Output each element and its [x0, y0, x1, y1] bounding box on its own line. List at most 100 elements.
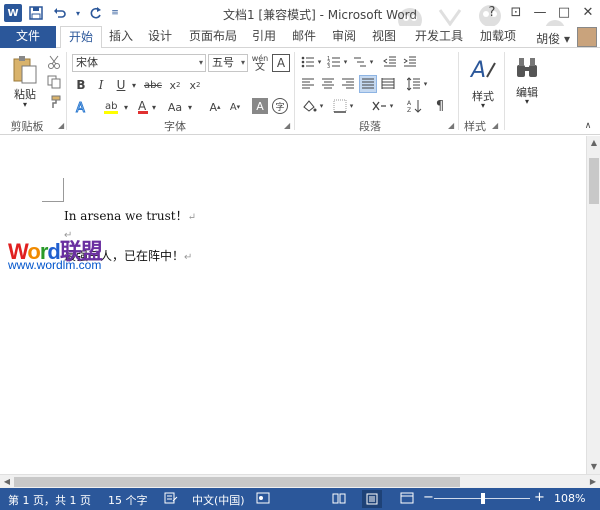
macro-record-icon[interactable]: [256, 492, 270, 507]
multilevel-dropdown-icon[interactable]: ▾: [368, 54, 375, 70]
tab-home[interactable]: 开始: [60, 26, 102, 49]
document-line-1[interactable]: In arsena we trust！↵: [64, 207, 196, 224]
scroll-up-icon[interactable]: ▲: [587, 136, 600, 150]
numbering-dropdown-icon[interactable]: ▾: [342, 54, 349, 70]
increase-indent-icon[interactable]: [402, 54, 418, 70]
font-launcher-icon[interactable]: ◢: [284, 121, 290, 130]
paste-icon[interactable]: [10, 54, 40, 86]
tab-references[interactable]: 引用: [248, 26, 280, 48]
vertical-scrollbar[interactable]: ▲ ▼: [586, 136, 600, 474]
zoom-out-button[interactable]: −: [423, 490, 434, 505]
chevron-down-icon[interactable]: ▾: [199, 55, 203, 71]
tab-view[interactable]: 视图: [368, 26, 400, 48]
redo-icon[interactable]: [86, 3, 106, 23]
document-canvas[interactable]: [0, 136, 586, 474]
help-button[interactable]: ?: [480, 0, 504, 24]
shading-icon[interactable]: [300, 98, 318, 114]
read-mode-icon[interactable]: [332, 492, 346, 507]
line-spacing-icon[interactable]: [406, 76, 422, 92]
ribbon-display-button[interactable]: ⊡: [504, 0, 528, 24]
undo-icon[interactable]: [50, 3, 70, 23]
horizontal-scroll-thumb[interactable]: [14, 477, 460, 487]
line-spacing-dropdown-icon[interactable]: ▾: [422, 76, 429, 92]
format-painter-icon[interactable]: [46, 94, 62, 110]
borders-icon[interactable]: [332, 98, 348, 114]
word-logo-icon[interactable]: W: [4, 4, 22, 22]
paragraph-launcher-icon[interactable]: ◢: [448, 121, 454, 130]
paste-dropdown-icon[interactable]: ▾: [8, 100, 42, 109]
scroll-left-icon[interactable]: ◀: [0, 475, 14, 489]
styles-dropdown-icon[interactable]: ▾: [464, 101, 502, 110]
highlight-icon[interactable]: ab: [100, 98, 122, 116]
scroll-right-icon[interactable]: ▶: [586, 475, 600, 489]
show-formatting-marks-icon[interactable]: ¶: [432, 98, 448, 114]
align-left-icon[interactable]: [300, 76, 316, 92]
change-case-icon[interactable]: Aa: [164, 98, 186, 116]
strikethrough-icon[interactable]: abc: [142, 76, 164, 94]
cut-icon[interactable]: [46, 54, 62, 70]
decrease-indent-icon[interactable]: [382, 54, 398, 70]
tab-developer[interactable]: 开发工具: [410, 26, 468, 48]
bold-icon[interactable]: B: [72, 76, 90, 94]
bullets-dropdown-icon[interactable]: ▾: [316, 54, 323, 70]
font-color-icon[interactable]: A: [136, 98, 150, 116]
chevron-down-icon[interactable]: ▾: [241, 55, 245, 71]
underline-icon[interactable]: U: [112, 76, 130, 94]
shrink-font-icon[interactable]: A ▾: [226, 98, 244, 116]
tab-addins[interactable]: 加载项: [476, 26, 520, 48]
horizontal-scrollbar[interactable]: ◀ ▶: [0, 474, 600, 488]
align-center-icon[interactable]: [320, 76, 336, 92]
enclose-chars-icon[interactable]: 字: [272, 98, 288, 114]
grow-font-icon[interactable]: A ▴: [206, 98, 224, 116]
font-color-dropdown-icon[interactable]: ▾: [150, 98, 158, 116]
borders-dropdown-icon[interactable]: ▾: [348, 98, 355, 114]
undo-dropdown-icon[interactable]: ▾: [74, 3, 82, 23]
tab-page-layout[interactable]: 页面布局: [184, 26, 242, 48]
scroll-down-icon[interactable]: ▼: [587, 460, 600, 474]
numbering-icon[interactable]: 123: [326, 54, 342, 70]
align-right-icon[interactable]: [340, 76, 356, 92]
binoculars-icon[interactable]: [512, 52, 542, 82]
underline-dropdown-icon[interactable]: ▾: [130, 76, 138, 94]
editing-dropdown-icon[interactable]: ▾: [508, 97, 546, 106]
vertical-scroll-thumb[interactable]: [589, 158, 599, 204]
italic-icon[interactable]: I: [92, 76, 110, 94]
highlight-dropdown-icon[interactable]: ▾: [122, 98, 130, 116]
tab-insert[interactable]: 插入: [104, 26, 138, 48]
print-layout-icon[interactable]: [362, 490, 382, 508]
superscript-icon[interactable]: x2: [186, 76, 204, 94]
zoom-level[interactable]: 108%: [554, 492, 585, 505]
subscript-icon[interactable]: x2: [166, 76, 184, 94]
distributed-icon[interactable]: [380, 76, 396, 92]
phonetic-guide-icon[interactable]: wén 文: [251, 53, 269, 73]
minimize-button[interactable]: —: [528, 0, 552, 24]
copy-icon[interactable]: [46, 74, 62, 90]
tab-review[interactable]: 审阅: [328, 26, 360, 48]
close-button[interactable]: ✕: [576, 0, 600, 24]
page-count[interactable]: 第 1 页，共 1 页: [8, 492, 91, 508]
tab-design[interactable]: 设计: [142, 26, 178, 48]
collapse-ribbon-icon[interactable]: ∧: [582, 120, 594, 132]
save-icon[interactable]: [26, 3, 46, 23]
tab-mailings[interactable]: 邮件: [288, 26, 320, 48]
word-count[interactable]: 15 个字: [108, 492, 148, 508]
sort-icon[interactable]: AZ: [406, 98, 424, 114]
avatar[interactable]: [577, 27, 597, 47]
proofing-icon[interactable]: [164, 492, 178, 507]
text-effects-icon[interactable]: A: [72, 98, 90, 116]
chinese-layout-icon[interactable]: [370, 98, 388, 114]
customize-qat-icon[interactable]: ≡: [110, 3, 120, 23]
zoom-slider-thumb[interactable]: [481, 493, 485, 504]
font-size-combo[interactable]: 五号 ▾: [208, 54, 248, 72]
zoom-in-button[interactable]: +: [534, 490, 545, 505]
char-border-icon[interactable]: A: [272, 54, 290, 72]
language-indicator[interactable]: 中文(中国): [192, 492, 245, 508]
user-name[interactable]: 胡俊 ▾: [536, 30, 570, 47]
chinese-layout-dropdown-icon[interactable]: ▾: [388, 98, 395, 114]
web-layout-icon[interactable]: [400, 492, 414, 507]
font-name-combo[interactable]: 宋体 ▾: [72, 54, 206, 72]
change-case-dropdown-icon[interactable]: ▾: [186, 98, 194, 116]
styles-icon[interactable]: A: [468, 54, 498, 84]
bullets-icon[interactable]: [300, 54, 316, 70]
restore-button[interactable]: □: [552, 0, 576, 24]
